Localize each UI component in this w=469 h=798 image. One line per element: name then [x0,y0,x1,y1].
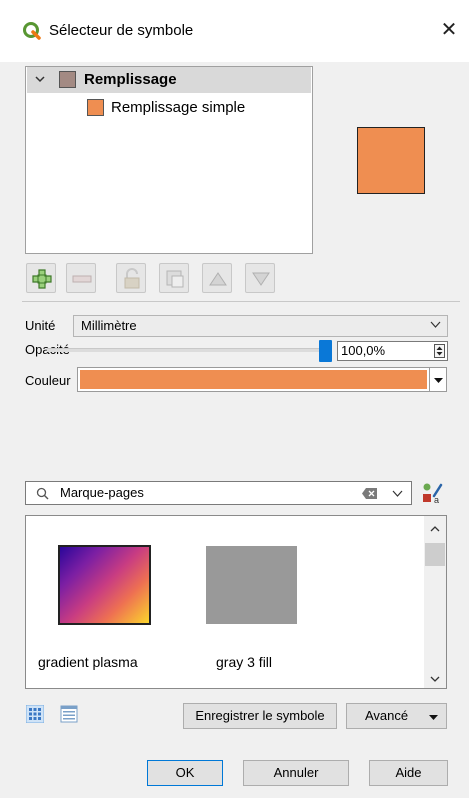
help-button[interactable]: Aide [369,760,448,786]
gray-fill-preview[interactable] [206,546,297,624]
opacity-value: 100,0% [341,343,386,358]
title-bar: Sélecteur de symbole ✕ [0,0,469,62]
color-button[interactable] [77,367,430,392]
color-swatch [80,370,427,389]
opacity-spinbox[interactable]: 100,0% [337,341,448,361]
search-icon [36,487,49,500]
unit-select[interactable]: Millimètre [73,315,448,337]
add-layer-icon [32,269,52,289]
symbol-layer-tree[interactable]: Remplissage Remplissage simple [25,66,313,254]
color-label: Couleur [25,373,71,388]
gallery-scrollbar[interactable] [424,516,446,688]
search-value: Marque-pages [60,485,144,500]
ok-button[interactable]: OK [147,760,223,786]
move-down-button[interactable] [245,263,275,293]
unit-label: Unité [25,318,56,333]
gallery-item-label[interactable]: gray 3 fill [216,654,272,670]
lock-layer-button[interactable] [116,263,146,293]
window-title: Sélecteur de symbole [49,22,194,39]
move-down-icon [252,272,270,286]
gradient-plasma-preview[interactable] [58,545,151,625]
cancel-button[interactable]: Annuler [243,760,349,786]
symbol-search-input[interactable]: Marque-pages [25,481,412,505]
save-symbol-button[interactable]: Enregistrer le symbole [183,703,337,729]
clear-icon[interactable] [362,488,378,499]
caret-down-icon [434,378,443,383]
scrollbar-thumb[interactable] [425,543,445,566]
opacity-slider-handle[interactable] [319,340,332,362]
svg-text:a: a [434,495,439,504]
tree-child-label: Remplissage simple [111,99,246,116]
remove-layer-button[interactable] [66,263,96,293]
move-up-button[interactable] [202,263,232,293]
tree-item-root[interactable]: Remplissage [27,67,311,93]
chevron-down-icon[interactable] [430,675,440,683]
tree-root-label: Remplissage [84,71,177,88]
chevron-down-icon[interactable] [33,72,47,86]
symbol-preview [357,127,425,194]
add-layer-button[interactable] [26,263,56,293]
caret-down-icon [429,715,438,720]
root-color-swatch [59,71,76,88]
chevron-up-icon[interactable] [430,525,440,533]
close-icon[interactable]: ✕ [437,18,461,42]
duplicate-layer-button[interactable] [159,263,189,293]
symbol-gallery[interactable]: gradient plasma gray 3 fill [25,515,447,689]
list-view-icon[interactable] [60,705,78,723]
style-manager-icon[interactable]: a [421,482,443,504]
advanced-button[interactable]: Avancé [346,703,447,729]
spin-arrows-icon[interactable] [434,344,445,358]
qgis-logo-icon [23,22,41,40]
icon-view-icon[interactable] [26,705,44,723]
duplicate-layer-icon [166,270,184,288]
gallery-item-label[interactable]: gradient plasma [38,654,138,670]
advanced-label: Avancé [365,708,409,723]
child-color-swatch [87,99,104,116]
tree-item-child[interactable]: Remplissage simple [27,95,311,121]
opacity-slider-track[interactable] [47,348,329,352]
move-up-icon [209,272,227,286]
unit-value: Millimètre [81,318,137,333]
lock-icon [124,268,140,289]
divider [22,301,460,302]
color-menu-button[interactable] [430,367,447,392]
chevron-down-icon[interactable] [392,490,403,498]
remove-layer-icon [72,275,92,283]
chevron-down-icon [430,321,441,328]
